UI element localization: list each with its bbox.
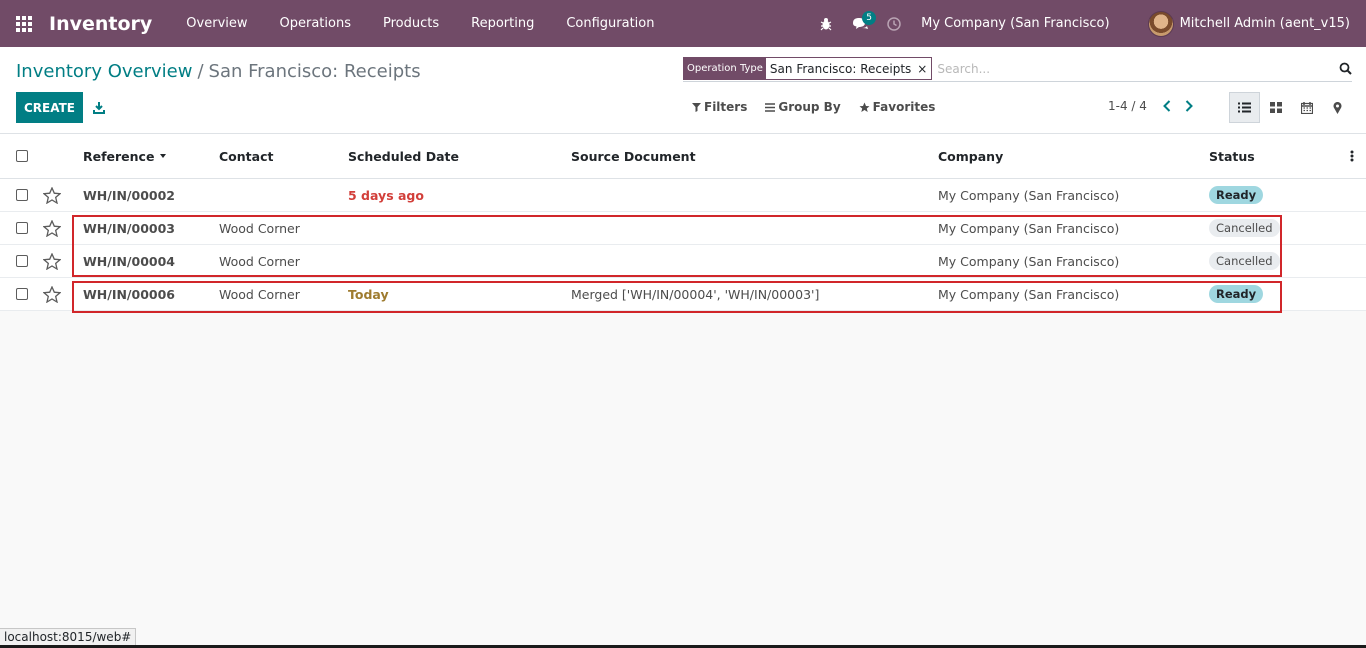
star-icon <box>859 102 870 112</box>
favorites-label: Favorites <box>872 100 936 114</box>
optional-columns-icon[interactable] <box>1350 134 1354 178</box>
app-title[interactable]: Inventory <box>49 13 152 35</box>
menu-products[interactable]: Products <box>367 0 455 47</box>
table-header: Reference Contact Scheduled Date Source … <box>0 134 1366 179</box>
table-row[interactable]: WH/IN/00004 Wood Corner My Company (San … <box>0 245 1366 278</box>
status-badge: Ready <box>1209 278 1264 310</box>
row-company: My Company (San Francisco) <box>938 253 1120 269</box>
row-checkbox[interactable] <box>16 245 28 277</box>
row-reference: WH/IN/00006 <box>83 286 175 302</box>
top-navbar: Inventory Overview Operations Products R… <box>0 0 1366 47</box>
receipts-list: Reference Contact Scheduled Date Source … <box>0 134 1366 311</box>
menu-overview[interactable]: Overview <box>170 0 263 47</box>
kanban-view-icon[interactable] <box>1260 92 1291 123</box>
column-scheduled-date[interactable]: Scheduled Date <box>348 134 459 178</box>
column-company[interactable]: Company <box>938 134 1003 178</box>
search-input[interactable] <box>937 61 1334 76</box>
column-reference[interactable]: Reference <box>83 134 170 178</box>
apps-menu-icon[interactable] <box>0 0 48 47</box>
select-all-checkbox[interactable] <box>16 134 28 178</box>
row-scheduled-date: 5 days ago <box>348 187 424 203</box>
priority-star-icon[interactable] <box>43 278 61 310</box>
control-panel: Inventory Overview / San Francisco: Rece… <box>0 47 1366 134</box>
column-reference-label: Reference <box>83 148 155 164</box>
priority-star-icon[interactable] <box>43 179 61 211</box>
breadcrumb-separator: / <box>197 61 204 82</box>
pager: 1-4 / 4 <box>1108 99 1193 113</box>
group-by-icon <box>765 102 776 112</box>
favorites-dropdown[interactable]: Favorites <box>859 100 936 114</box>
status-badge: Cancelled <box>1209 245 1280 277</box>
filters-label: Filters <box>704 100 748 114</box>
row-checkbox[interactable] <box>16 278 28 310</box>
row-scheduled-date: Today <box>348 286 389 302</box>
priority-star-icon[interactable] <box>43 212 61 244</box>
row-contact: Wood Corner <box>219 286 300 302</box>
facet-remove-icon[interactable]: × <box>915 58 931 79</box>
column-source-document[interactable]: Source Document <box>571 134 696 178</box>
group-by-dropdown[interactable]: Group By <box>765 100 841 114</box>
browser-status-url: localhost:8015/web# <box>0 628 137 646</box>
row-company: My Company (San Francisco) <box>938 286 1120 302</box>
company-switcher[interactable]: My Company (San Francisco) <box>911 16 1125 31</box>
status-badge: Cancelled <box>1209 212 1280 244</box>
column-contact[interactable]: Contact <box>219 134 273 178</box>
search-facet: Operation Type San Francisco: Receipts × <box>683 57 933 80</box>
messages-icon[interactable]: 5 <box>843 0 877 47</box>
user-name: Mitchell Admin (aent_v15) <box>1179 16 1350 31</box>
row-company: My Company (San Francisco) <box>938 187 1120 203</box>
column-status[interactable]: Status <box>1209 134 1255 178</box>
activity-clock-icon[interactable] <box>877 0 911 47</box>
breadcrumb-current: San Francisco: Receipts <box>208 61 421 82</box>
priority-star-icon[interactable] <box>43 245 61 277</box>
row-checkbox[interactable] <box>16 212 28 244</box>
row-company: My Company (San Francisco) <box>938 220 1120 236</box>
table-row[interactable]: WH/IN/00002 5 days ago My Company (San F… <box>0 179 1366 212</box>
menu-operations[interactable]: Operations <box>264 0 367 47</box>
filter-icon <box>692 103 701 112</box>
debug-bug-icon[interactable] <box>809 0 843 47</box>
row-reference: WH/IN/00004 <box>83 253 175 269</box>
filters-dropdown[interactable]: Filters <box>692 100 747 114</box>
search-options: Filters Group By Favorites <box>692 100 935 114</box>
search-bar: Operation Type San Francisco: Receipts × <box>683 56 1352 82</box>
breadcrumb-parent-link[interactable]: Inventory Overview <box>16 61 192 82</box>
menu-reporting[interactable]: Reporting <box>455 0 550 47</box>
row-contact: Wood Corner <box>219 253 300 269</box>
breadcrumb: Inventory Overview / San Francisco: Rece… <box>16 61 421 82</box>
sort-desc-icon <box>160 154 167 158</box>
calendar-view-icon[interactable] <box>1291 92 1322 123</box>
row-contact: Wood Corner <box>219 220 300 236</box>
map-view-icon[interactable] <box>1322 92 1353 123</box>
pager-value[interactable]: 1-4 / 4 <box>1108 99 1147 113</box>
list-view-icon[interactable] <box>1229 92 1260 123</box>
row-checkbox[interactable] <box>16 179 28 211</box>
pager-next-icon[interactable] <box>1185 100 1193 112</box>
messages-count-badge: 5 <box>862 11 877 25</box>
facet-label: Operation Type <box>684 58 766 79</box>
status-badge: Ready <box>1209 179 1264 211</box>
row-reference: WH/IN/00003 <box>83 220 175 236</box>
download-icon[interactable] <box>90 97 108 117</box>
row-source-document: Merged ['WH/IN/00004', 'WH/IN/00003'] <box>571 286 820 302</box>
view-switcher <box>1229 92 1353 123</box>
avatar <box>1147 10 1174 37</box>
table-row[interactable]: WH/IN/00006 Wood Corner Today Merged ['W… <box>0 278 1366 311</box>
menu-configuration[interactable]: Configuration <box>550 0 670 47</box>
group-by-label: Group By <box>778 100 841 114</box>
pager-previous-icon[interactable] <box>1162 100 1171 112</box>
facet-value: San Francisco: Receipts <box>769 61 912 76</box>
create-button[interactable]: CREATE <box>16 92 83 123</box>
row-reference: WH/IN/00002 <box>83 187 175 203</box>
search-icon[interactable] <box>1334 62 1352 75</box>
user-menu[interactable]: Mitchell Admin (aent_v15) <box>1126 10 1366 37</box>
table-row[interactable]: WH/IN/00003 Wood Corner My Company (San … <box>0 212 1366 245</box>
